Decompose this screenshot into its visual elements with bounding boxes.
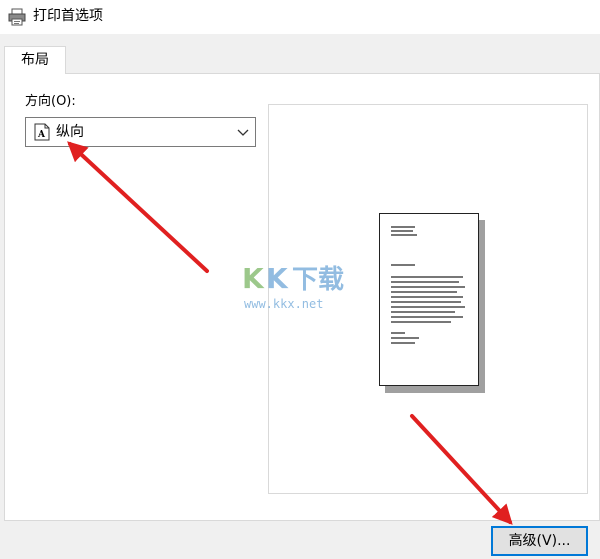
tab-layout[interactable]: 布局 [4, 46, 66, 74]
advanced-button[interactable]: 高级(V)... [491, 526, 588, 556]
svg-text:K: K [266, 262, 289, 295]
svg-text:K: K [242, 262, 265, 295]
printer-icon [8, 8, 26, 26]
watermark-logo: K K 下载 www.kkx.net [242, 262, 344, 311]
svg-text:www.kkx.net: www.kkx.net [244, 297, 323, 311]
title-bar: 打印首选项 [0, 0, 600, 34]
window-title: 打印首选项 [33, 8, 103, 24]
page-preview [379, 213, 479, 386]
orientation-dropdown[interactable]: A 纵向 [25, 117, 256, 147]
portrait-document-icon: A [34, 123, 50, 141]
chevron-down-icon [237, 129, 249, 136]
orientation-label: 方向(O): [25, 94, 76, 109]
orientation-selected-value: 纵向 [56, 124, 84, 140]
page-preview-content [391, 226, 465, 344]
svg-text:A: A [37, 130, 46, 140]
svg-text:下载: 下载 [292, 265, 344, 295]
